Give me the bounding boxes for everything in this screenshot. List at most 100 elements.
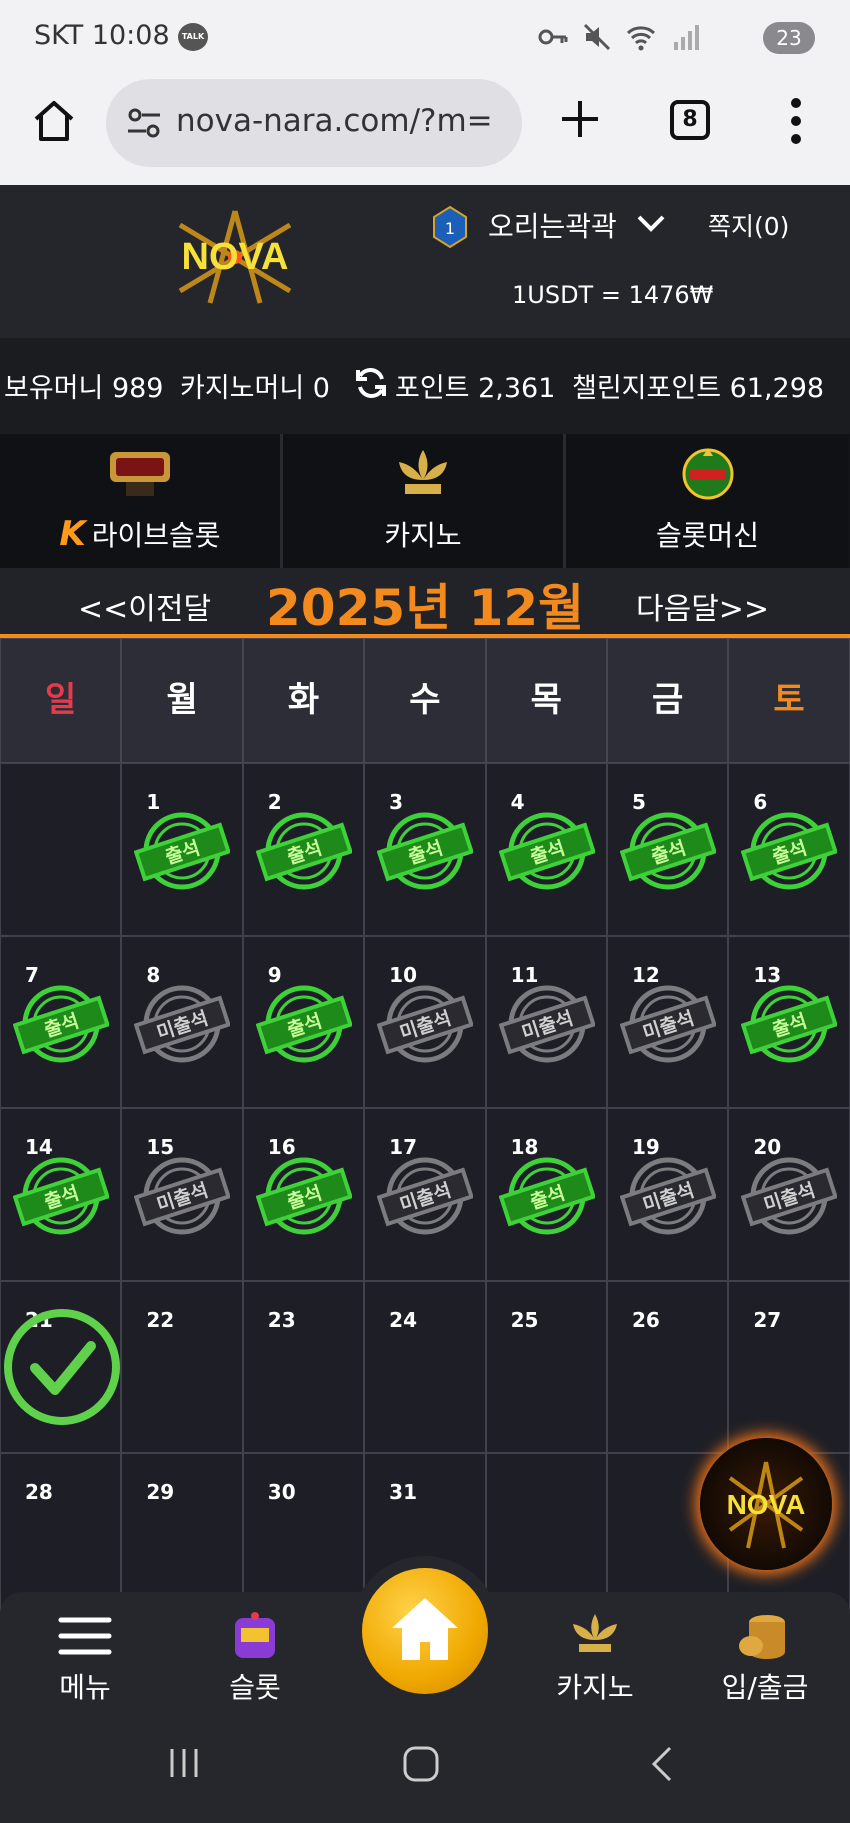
nav-label: 슬롯 xyxy=(229,1671,281,1704)
calendar-day[interactable]: 9 출석 xyxy=(242,935,365,1108)
attended-stamp-icon: 출석 xyxy=(377,812,474,890)
more-options-icon[interactable] xyxy=(788,95,804,147)
hamburger-menu-icon xyxy=(58,1617,112,1655)
calendar-day[interactable]: 23 xyxy=(242,1280,365,1453)
category-slot-machine[interactable]: 슬롯머신 xyxy=(566,434,849,568)
mute-icon xyxy=(583,23,611,51)
attended-stamp-icon: 출석 xyxy=(13,985,109,1062)
absent-stamp-icon: 미출석 xyxy=(498,985,595,1062)
challenge-points: 챌린지포인트 61,298 xyxy=(572,373,825,404)
back-icon[interactable] xyxy=(648,1745,676,1783)
refresh-icon[interactable] xyxy=(354,366,388,400)
calendar-day[interactable]: 4 출석 xyxy=(485,763,607,936)
absent-stamp-icon: 미출석 xyxy=(741,1157,838,1235)
calendar-day[interactable]: 17 미출석 xyxy=(364,1108,486,1281)
calendar-day[interactable]: 10 미출석 xyxy=(364,935,486,1108)
points: 포인트 2,361 xyxy=(395,373,556,404)
calendar-day[interactable]: 22 xyxy=(121,1280,243,1453)
nav-slot[interactable]: 슬롯 xyxy=(180,1592,330,1710)
nav-casino[interactable]: 카지노 xyxy=(520,1592,670,1710)
day-number: 28 xyxy=(25,1480,53,1504)
calendar-day[interactable]: 15 미출석 xyxy=(121,1108,243,1281)
calendar-day[interactable]: 19 미출석 xyxy=(606,1108,729,1281)
rank-badge-icon: 1 xyxy=(433,205,467,249)
browser-toolbar: nova-nara.com/?m= 8 xyxy=(0,75,850,185)
casino-money: 카지노머니 0 xyxy=(180,373,330,404)
weekday-label: 월 xyxy=(121,638,243,763)
system-navigation xyxy=(0,1710,850,1823)
recent-apps-icon[interactable] xyxy=(166,1745,202,1781)
svg-text:NOVA: NOVA xyxy=(727,1489,806,1520)
current-month: 2025년 12월 xyxy=(266,579,585,637)
status-bar: SKT 10:08 TALK 23 xyxy=(0,0,850,75)
nav-menu[interactable]: 메뉴 xyxy=(10,1592,160,1710)
k-logo: K xyxy=(59,514,86,554)
slot-machine-icon xyxy=(235,1612,275,1658)
calendar-day[interactable]: 21 xyxy=(0,1280,122,1453)
nav-label: 카지노 xyxy=(556,1671,634,1704)
day-number: 29 xyxy=(146,1480,175,1504)
calendar-day[interactable]: 5 출석 xyxy=(606,763,729,936)
address-bar[interactable]: nova-nara.com/?m= xyxy=(106,79,522,167)
url-text[interactable]: nova-nara.com/?m= xyxy=(176,103,516,139)
day-number: 27 xyxy=(753,1307,782,1332)
absent-stamp-icon: 미출석 xyxy=(377,1157,474,1235)
day-number: 30 xyxy=(267,1480,296,1504)
calendar-day[interactable]: 20 미출석 xyxy=(728,1108,850,1281)
nav-banking[interactable]: 입/출금 xyxy=(690,1592,840,1710)
kslot-lotus-icon xyxy=(573,1614,617,1652)
calendar-day[interactable]: 27 xyxy=(728,1280,850,1453)
calendar-day[interactable]: 1 출석 xyxy=(121,763,243,936)
absent-stamp-icon: 미출석 xyxy=(134,1157,231,1235)
messages-link[interactable]: 쪽지(0) xyxy=(708,207,789,243)
calendar-day[interactable]: 3 출석 xyxy=(364,763,486,936)
category-casino[interactable]: 카지노 xyxy=(283,434,566,568)
attended-stamp-icon: 출석 xyxy=(498,1157,595,1235)
absent-stamp-icon: 미출석 xyxy=(619,985,716,1062)
category-label: 라이브슬롯 xyxy=(91,519,221,552)
calendar-day[interactable]: 12 미출석 xyxy=(606,935,729,1108)
calendar-day[interactable]: 24 xyxy=(364,1280,486,1453)
nova-logo[interactable]: NOVA xyxy=(140,205,330,310)
777-slots-icon xyxy=(682,448,733,500)
calendar-day[interactable]: 16 출석 xyxy=(242,1108,365,1281)
calendar-day[interactable]: 6 출석 xyxy=(728,763,850,936)
prev-month-button[interactable]: <<이전달 xyxy=(78,584,211,628)
system-home-icon[interactable] xyxy=(402,1745,440,1783)
nav-label: 입/출금 xyxy=(721,1671,809,1704)
calendar-day[interactable]: 25 xyxy=(485,1280,607,1453)
balance-bar: 보유머니 989 카지노머니 0 포인트 2,361 챌린지포인트 61,298 xyxy=(0,338,850,434)
day-number: 26 xyxy=(631,1307,660,1332)
home-icon[interactable] xyxy=(30,97,78,145)
category-label: 카지노 xyxy=(384,519,462,552)
category-label: 슬롯머신 xyxy=(655,519,760,552)
attended-stamp-icon: 출석 xyxy=(13,1157,109,1235)
calendar-day[interactable]: 8 미출석 xyxy=(121,935,243,1108)
attended-stamp-icon: 출석 xyxy=(741,985,838,1062)
category-live-slot[interactable]: K 라이브슬롯 xyxy=(0,434,283,568)
day-number: 22 xyxy=(146,1307,175,1332)
calendar-day xyxy=(0,763,122,936)
calendar-day[interactable]: 26 xyxy=(606,1280,729,1453)
site-settings-icon[interactable] xyxy=(126,107,162,139)
attended-stamp-icon: 출석 xyxy=(255,985,352,1062)
svg-text:NOVA: NOVA xyxy=(182,236,289,278)
chevron-down-icon[interactable] xyxy=(636,213,666,233)
home-button[interactable] xyxy=(362,1568,488,1694)
calendar-day[interactable]: 13 출석 xyxy=(728,935,850,1108)
calendar-day[interactable]: 18 출석 xyxy=(485,1108,607,1281)
username[interactable]: 오리는곽곽 xyxy=(488,205,617,245)
calendar-day[interactable]: 2 출석 xyxy=(242,763,365,936)
hold-money: 보유머니 989 xyxy=(4,373,164,404)
attended-stamp-icon: 출석 xyxy=(134,812,231,890)
tab-switcher-button[interactable]: 8 xyxy=(670,100,710,140)
home-icon xyxy=(392,1598,458,1660)
calendar-day[interactable]: 11 미출석 xyxy=(485,935,607,1108)
floating-nova-button[interactable]: NOVA xyxy=(700,1438,832,1570)
exchange-rate: 1USDT = 1476₩ xyxy=(512,281,714,309)
attended-stamp-icon: 출석 xyxy=(498,812,595,890)
calendar-day[interactable]: 14 출석 xyxy=(0,1108,122,1281)
new-tab-icon[interactable] xyxy=(558,97,602,141)
calendar-day[interactable]: 7 출석 xyxy=(0,935,122,1108)
next-month-button[interactable]: 다음달>> xyxy=(636,584,769,628)
